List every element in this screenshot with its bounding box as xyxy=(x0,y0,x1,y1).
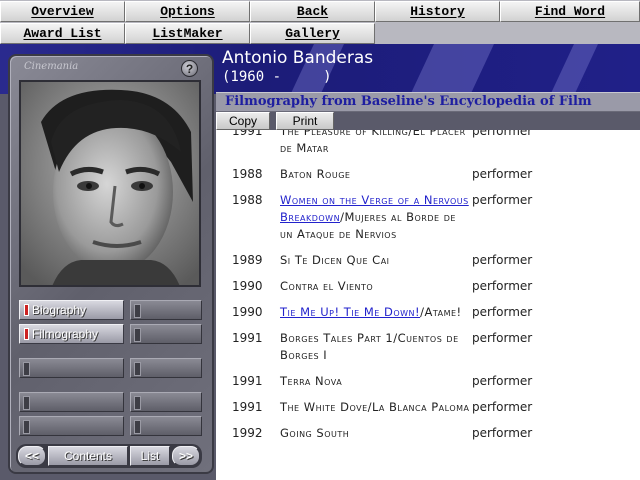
filmography-list[interactable]: 1991 The Pleasure of Killing/El Placer de… xyxy=(216,130,640,480)
film-title-text: /Atame! xyxy=(420,305,462,319)
previous-button[interactable]: << xyxy=(18,446,46,466)
filmography-button[interactable]: Filmography xyxy=(19,324,124,344)
film-role: performer xyxy=(472,279,533,293)
filmography-row: 1991 The Pleasure of Killing/El Placer de… xyxy=(216,130,640,166)
film-role: performer xyxy=(472,167,533,181)
film-role: performer xyxy=(472,400,533,414)
filmography-row: 1988 Women on the Verge of a Nervous Brea… xyxy=(216,192,640,252)
biography-button[interactable]: Biography xyxy=(19,300,124,320)
film-title: Si Te Dicen Que Cai xyxy=(280,252,470,269)
filmography-row: 1992 Going South performer xyxy=(216,425,640,451)
filmography-row: 1991 Terra Nova performer xyxy=(216,373,640,399)
film-role: performer xyxy=(472,426,533,440)
contents-button[interactable]: Contents xyxy=(48,446,128,466)
history-button[interactable]: History xyxy=(375,1,500,22)
filmography-row: 1988 Baton Rouge performer xyxy=(216,166,640,192)
filmography-row: 1991 Borges Tales Part 1/Cuentos de Borge… xyxy=(216,330,640,373)
list-button[interactable]: List xyxy=(130,446,170,466)
print-button[interactable]: Print xyxy=(276,112,334,130)
back-button[interactable]: Back xyxy=(250,1,375,22)
empty-slot xyxy=(19,416,124,436)
film-title: Terra Nova xyxy=(280,373,470,390)
film-title-text: Terra Nova xyxy=(280,374,343,388)
film-title-text: Contra el Viento xyxy=(280,279,374,293)
film-year: 1989 xyxy=(232,253,263,267)
listmaker-button[interactable]: ListMaker xyxy=(125,23,250,44)
portrait-image xyxy=(19,80,201,287)
film-year: 1988 xyxy=(232,193,263,207)
film-year: 1992 xyxy=(232,426,263,440)
film-title: Tie Me Up! Tie Me Down!/Atame! xyxy=(280,304,470,321)
film-title: Contra el Viento xyxy=(280,278,470,295)
film-role: performer xyxy=(472,130,533,138)
film-title-text: Borges Tales Part 1/Cuentos de Borges I xyxy=(280,331,459,362)
person-dates: (1960 - ) xyxy=(222,69,332,85)
find-word-button[interactable]: Find Word xyxy=(500,1,640,22)
film-year: 1991 xyxy=(232,400,263,414)
film-title-text: The Pleasure of Killing/El Placer de Mat… xyxy=(280,130,466,155)
film-title: The White Dove/La Blanca Paloma xyxy=(280,399,470,416)
empty-slot xyxy=(19,358,124,378)
filmography-label: Filmography xyxy=(32,327,99,341)
film-title-text: Baton Rouge xyxy=(280,167,351,181)
film-title: Going South xyxy=(280,425,470,442)
empty-slot xyxy=(130,300,202,320)
film-title-text: Going South xyxy=(280,426,350,440)
filmography-row: 1991 The White Dove/La Blanca Paloma perfo… xyxy=(216,399,640,425)
film-role: performer xyxy=(472,305,533,319)
gallery-button[interactable]: Gallery xyxy=(250,23,375,44)
award-list-button[interactable]: Award List xyxy=(0,23,125,44)
empty-slot xyxy=(130,324,202,344)
film-role: performer xyxy=(472,374,533,388)
film-role: performer xyxy=(472,253,533,267)
film-title: Women on the Verge of a Nervous Breakdow… xyxy=(280,192,470,243)
filmography-row: 1990 Tie Me Up! Tie Me Down!/Atame! perfor… xyxy=(216,304,640,330)
empty-slot xyxy=(130,392,202,412)
biography-label: Biography xyxy=(32,303,87,317)
empty-slot xyxy=(19,392,124,412)
panel-title: Cinemania xyxy=(24,61,79,72)
film-title: Borges Tales Part 1/Cuentos de Borges I xyxy=(280,330,470,364)
filmography-row: 1990 Contra el Viento performer xyxy=(216,278,640,304)
options-button[interactable]: Options xyxy=(125,1,250,22)
film-title: Baton Rouge xyxy=(280,166,470,183)
film-year: 1991 xyxy=(232,374,263,388)
next-button[interactable]: >> xyxy=(172,446,200,466)
film-year: 1990 xyxy=(232,305,263,319)
film-year: 1988 xyxy=(232,167,263,181)
film-title-link[interactable]: Tie Me Up! Tie Me Down! xyxy=(280,305,420,319)
film-title: The Pleasure of Killing/El Placer de Mat… xyxy=(280,130,470,157)
slot-indicator-icon xyxy=(24,328,29,340)
filmography-row: 1989 Si Te Dicen Que Cai performer xyxy=(216,252,640,278)
question-mark-icon[interactable]: ? xyxy=(181,60,198,77)
film-year: 1991 xyxy=(232,331,263,345)
empty-slot xyxy=(130,358,202,378)
film-role: performer xyxy=(472,331,533,345)
empty-slot xyxy=(130,416,202,436)
copy-button[interactable]: Copy xyxy=(216,112,270,130)
film-title-text: Si Te Dicen Que Cai xyxy=(280,253,390,267)
film-year: 1990 xyxy=(232,279,263,293)
slot-indicator-icon xyxy=(24,304,29,316)
overview-button[interactable]: Overview xyxy=(0,1,125,22)
section-title: Filmography from Baseline's Encyclopedia… xyxy=(225,94,592,109)
film-year: 1991 xyxy=(232,130,263,138)
film-role: performer xyxy=(472,193,533,207)
person-name: Antonio Banderas xyxy=(222,48,374,68)
film-title-text: The White Dove/La Blanca Paloma xyxy=(280,400,470,414)
